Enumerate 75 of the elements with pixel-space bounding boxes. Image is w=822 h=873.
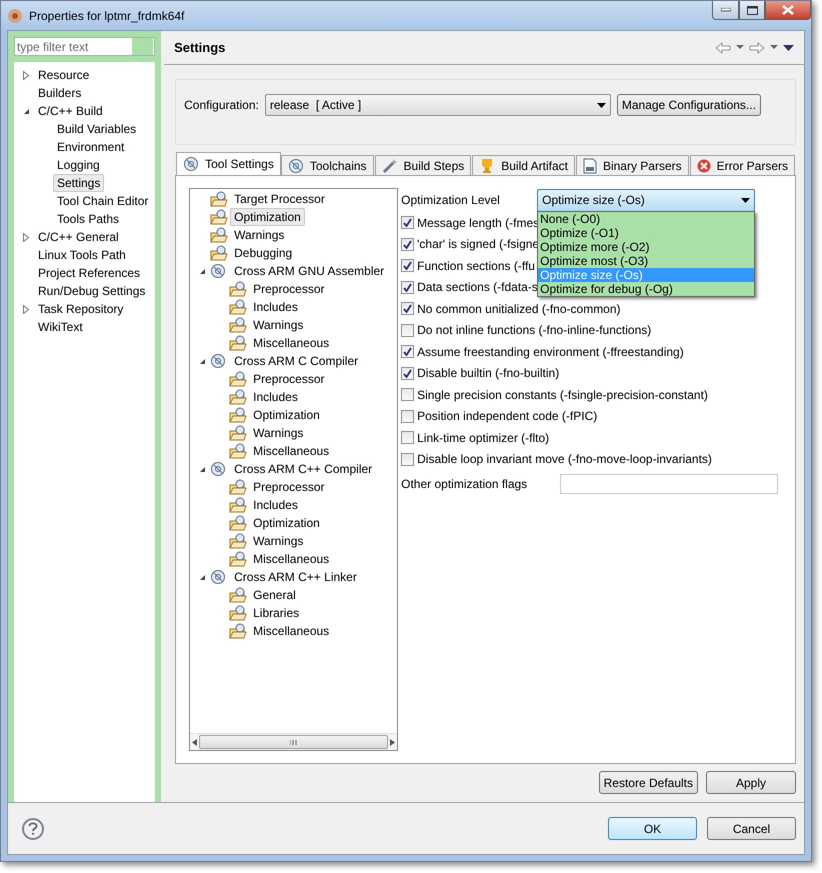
optimization-level-label: Optimization Level <box>401 193 501 207</box>
configuration-dropdown[interactable]: release [ Active ] <box>264 94 611 116</box>
other-flags-label: Other optimization flags <box>401 477 528 491</box>
tree-item[interactable]: Cross ARM C Compiler <box>230 352 362 370</box>
tree-item[interactable]: Preprocessor <box>249 478 328 496</box>
tree-item[interactable]: Libraries <box>249 604 304 622</box>
option-label: Assume freestanding environment (-ffreestanding) <box>417 344 684 359</box>
tree-item[interactable]: Warnings <box>249 316 308 334</box>
tree-item[interactable]: Preprocessor <box>249 370 328 388</box>
option-label: Disable builtin (-fno-builtin) <box>417 366 560 380</box>
tree-item[interactable]: Includes <box>249 298 302 316</box>
tree-item[interactable]: Cross ARM C++ Linker <box>230 568 361 586</box>
option-label: Disable loop invariant move (-fno-move-loop-invariants) <box>417 452 712 466</box>
dropdown-option[interactable]: Optimize (-O1) <box>538 226 754 240</box>
tree-item[interactable]: Optimization <box>249 406 324 424</box>
page-title: Settings <box>174 40 226 55</box>
tree-item[interactable]: Run/Debug Settings <box>34 282 150 300</box>
option-label: No common unitialized (-fno-common) <box>417 302 621 316</box>
tab[interactable]: Build Artifact <box>472 155 575 175</box>
tree-item[interactable]: C/C++ General <box>34 228 123 246</box>
tab[interactable]: Toolchains <box>280 155 374 175</box>
window-title: Properties for lptmr_frdmk64f <box>29 8 186 22</box>
tree-item[interactable]: Settings <box>53 174 104 192</box>
tree-item[interactable]: Project References <box>34 264 144 282</box>
tree-item[interactable]: Includes <box>249 496 302 514</box>
tree-item[interactable]: C/C++ Build <box>34 102 107 120</box>
tree-item[interactable]: WikiText <box>34 318 87 336</box>
tree-item[interactable]: Tool Chain Editor <box>53 192 152 210</box>
tree-item[interactable]: Resource <box>34 66 94 84</box>
tree-item[interactable]: Cross ARM GNU Assembler <box>230 262 388 280</box>
option-label: Link-time optimizer (-flto) <box>417 430 550 445</box>
tree-item[interactable]: Target Processor <box>230 190 329 208</box>
page-button[interactable]: Restore Defaults <box>598 771 698 794</box>
tab[interactable]: Tool Settings <box>176 152 281 175</box>
tab[interactable]: Binary Parsers <box>576 155 689 175</box>
option-label: Position independent code (-fPIC) <box>417 409 598 424</box>
option-label: 'char' is signed (-fsigne <box>417 237 540 252</box>
dialog-button[interactable]: OK <box>608 817 697 840</box>
tree-item[interactable]: Warnings <box>230 226 288 244</box>
option-label: Do not inline functions (-fno-inline-functions) <box>417 323 652 338</box>
tree-item[interactable]: Logging <box>53 156 104 174</box>
tree-item[interactable]: Builders <box>34 84 86 102</box>
tree-item[interactable]: Debugging <box>230 244 296 262</box>
option-label: Single precision constants (-fsingle-precision-constant) <box>417 388 708 402</box>
tree-item[interactable]: Warnings <box>249 424 308 442</box>
dialog-button[interactable]: Cancel <box>707 817 796 840</box>
tree-item[interactable]: Miscellaneous <box>249 550 334 568</box>
tree-item[interactable]: Build Variables <box>53 120 140 138</box>
tree-item[interactable]: Task Repository <box>34 300 128 318</box>
tree-item[interactable]: Miscellaneous <box>249 442 334 460</box>
option-label: Data sections (-fdata-s <box>417 280 538 294</box>
tab[interactable]: Error Parsers <box>690 155 795 175</box>
tree-item[interactable]: Preprocessor <box>249 280 328 298</box>
dropdown-option[interactable]: None (-O0) <box>538 212 754 226</box>
dropdown-option[interactable]: Optimize most (-O3) <box>538 254 754 268</box>
page-button[interactable]: Apply <box>706 771 796 794</box>
optimization-level-dropdown[interactable]: Optimize size (-Os) <box>537 188 756 212</box>
tree-item[interactable]: Includes <box>249 388 302 406</box>
configuration-label: Configuration: <box>184 97 259 114</box>
option-label: Function sections (-ffu <box>417 258 535 273</box>
dropdown-option[interactable]: Optimize more (-O2) <box>538 240 754 254</box>
filter-field[interactable]: type filter text <box>14 37 156 56</box>
tree-item[interactable]: Miscellaneous <box>249 334 334 352</box>
tree-item[interactable]: Miscellaneous <box>249 622 334 640</box>
tree-item[interactable]: Optimization <box>249 514 324 532</box>
tree-item[interactable]: Linux Tools Path <box>34 246 130 264</box>
tree-item[interactable]: Cross ARM C++ Compiler <box>230 460 376 478</box>
tree-item[interactable]: Environment <box>53 138 128 156</box>
dropdown-option[interactable]: Optimize for debug (-Og) <box>538 282 754 296</box>
tree-item[interactable]: Warnings <box>249 532 308 550</box>
manage-configurations-button[interactable]: Manage Configurations... <box>616 94 761 116</box>
tree-item[interactable]: Tools Paths <box>53 210 124 228</box>
tab[interactable]: Build Steps <box>374 155 472 175</box>
tree-item[interactable]: General <box>249 586 300 604</box>
tree-item[interactable]: Optimization <box>230 208 305 226</box>
